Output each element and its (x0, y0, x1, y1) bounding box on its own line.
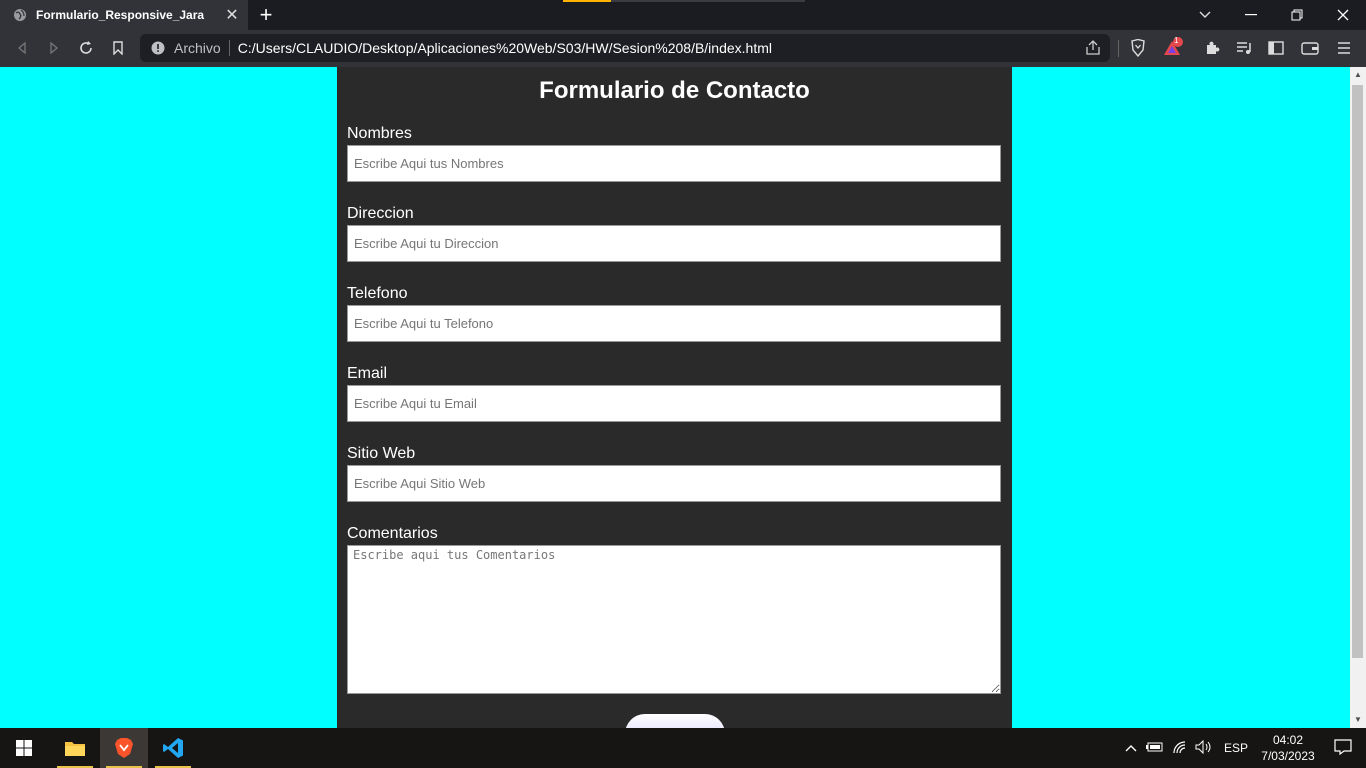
notification-center-icon[interactable] (1320, 738, 1366, 758)
volume-icon[interactable] (1192, 739, 1216, 757)
forward-icon[interactable] (42, 36, 66, 60)
contact-form: Formulario de Contacto Nombres Direccion… (337, 67, 1012, 728)
language-indicator[interactable]: ESP (1216, 741, 1256, 755)
label-nombres: Nombres (347, 125, 412, 142)
page-scrollbar[interactable]: ▲ ▼ (1350, 67, 1366, 728)
scrollbar-thumb[interactable] (1352, 85, 1363, 658)
restore-button[interactable] (1274, 0, 1320, 30)
windows-start-icon[interactable] (0, 728, 48, 768)
brave-browser-icon[interactable] (100, 728, 148, 768)
rewards-badge: 1 (1174, 36, 1179, 45)
close-window-button[interactable] (1320, 0, 1366, 30)
nombres-input[interactable] (347, 145, 1001, 182)
brave-shields-icon[interactable] (1126, 36, 1150, 60)
label-direccion: Direccion (347, 205, 414, 222)
direccion-input[interactable] (347, 225, 1001, 262)
site-info-icon[interactable] (150, 40, 166, 56)
comentarios-textarea[interactable] (347, 545, 1001, 694)
scroll-up-arrow-icon[interactable]: ▲ (1350, 67, 1366, 83)
browser-tab-bar: Formulario_Responsive_Jara ✕ + (0, 0, 1366, 30)
reload-icon[interactable] (74, 36, 98, 60)
scroll-down-arrow-icon[interactable]: ▼ (1350, 712, 1366, 728)
new-tab-button[interactable]: + (256, 3, 276, 27)
menu-icon[interactable] (1332, 36, 1356, 60)
telefono-input[interactable] (347, 305, 1001, 342)
back-icon[interactable] (10, 36, 34, 60)
page-viewport: Formulario de Contacto Nombres Direccion… (0, 67, 1350, 728)
network-icon[interactable] (1168, 740, 1192, 757)
sidebar-icon[interactable] (1264, 36, 1288, 60)
file-explorer-icon[interactable] (51, 728, 99, 768)
wallet-icon[interactable] (1298, 36, 1322, 60)
brave-rewards-icon[interactable]: 1 (1160, 36, 1184, 60)
tab-title: Formulario_Responsive_Jara (36, 8, 205, 22)
vscode-icon[interactable] (149, 728, 197, 768)
url-separator (228, 40, 230, 56)
extensions-icon[interactable] (1200, 36, 1224, 60)
tray-overflow-chevron-icon[interactable] (1120, 741, 1142, 755)
battery-icon[interactable] (1142, 741, 1168, 755)
label-telefono: Telefono (347, 285, 408, 302)
tab-search-chevron-icon[interactable] (1182, 0, 1228, 30)
clock[interactable]: 04:02 7/03/2023 (1256, 732, 1320, 764)
system-tray: ESP 04:02 7/03/2023 (1120, 728, 1366, 768)
email-input[interactable] (347, 385, 1001, 422)
tab-strip-divider (611, 0, 805, 2)
share-icon[interactable] (1084, 39, 1102, 57)
label-comentarios: Comentarios (347, 525, 438, 542)
label-sitio-web: Sitio Web (347, 445, 416, 462)
clock-date: 7/03/2023 (1261, 749, 1315, 763)
minimize-button[interactable] (1228, 0, 1274, 30)
windows-taskbar: ESP 04:02 7/03/2023 (0, 728, 1366, 768)
label-email: Email (347, 365, 388, 382)
toolbar-separator (1118, 40, 1119, 57)
tab-close-icon[interactable]: ✕ (224, 5, 240, 25)
sitio-web-input[interactable] (347, 465, 1001, 502)
submit-button[interactable] (625, 714, 725, 728)
clock-time: 04:02 (1272, 733, 1304, 747)
url-scheme-label: Archivo (174, 40, 221, 56)
tab-strip-indicator (563, 0, 611, 2)
bookmark-icon[interactable] (106, 36, 130, 60)
playlist-icon[interactable] (1232, 36, 1256, 60)
globe-icon (12, 7, 28, 23)
form-title: Formulario de Contacto (539, 77, 810, 104)
url-text[interactable]: C:/Users/CLAUDIO/Desktop/Aplicaciones%20… (238, 40, 772, 56)
browser-tab[interactable]: Formulario_Responsive_Jara ✕ (0, 0, 248, 30)
address-bar[interactable]: Archivo C:/Users/CLAUDIO/Desktop/Aplicac… (140, 34, 1110, 62)
browser-toolbar: Archivo C:/Users/CLAUDIO/Desktop/Aplicac… (0, 30, 1366, 67)
